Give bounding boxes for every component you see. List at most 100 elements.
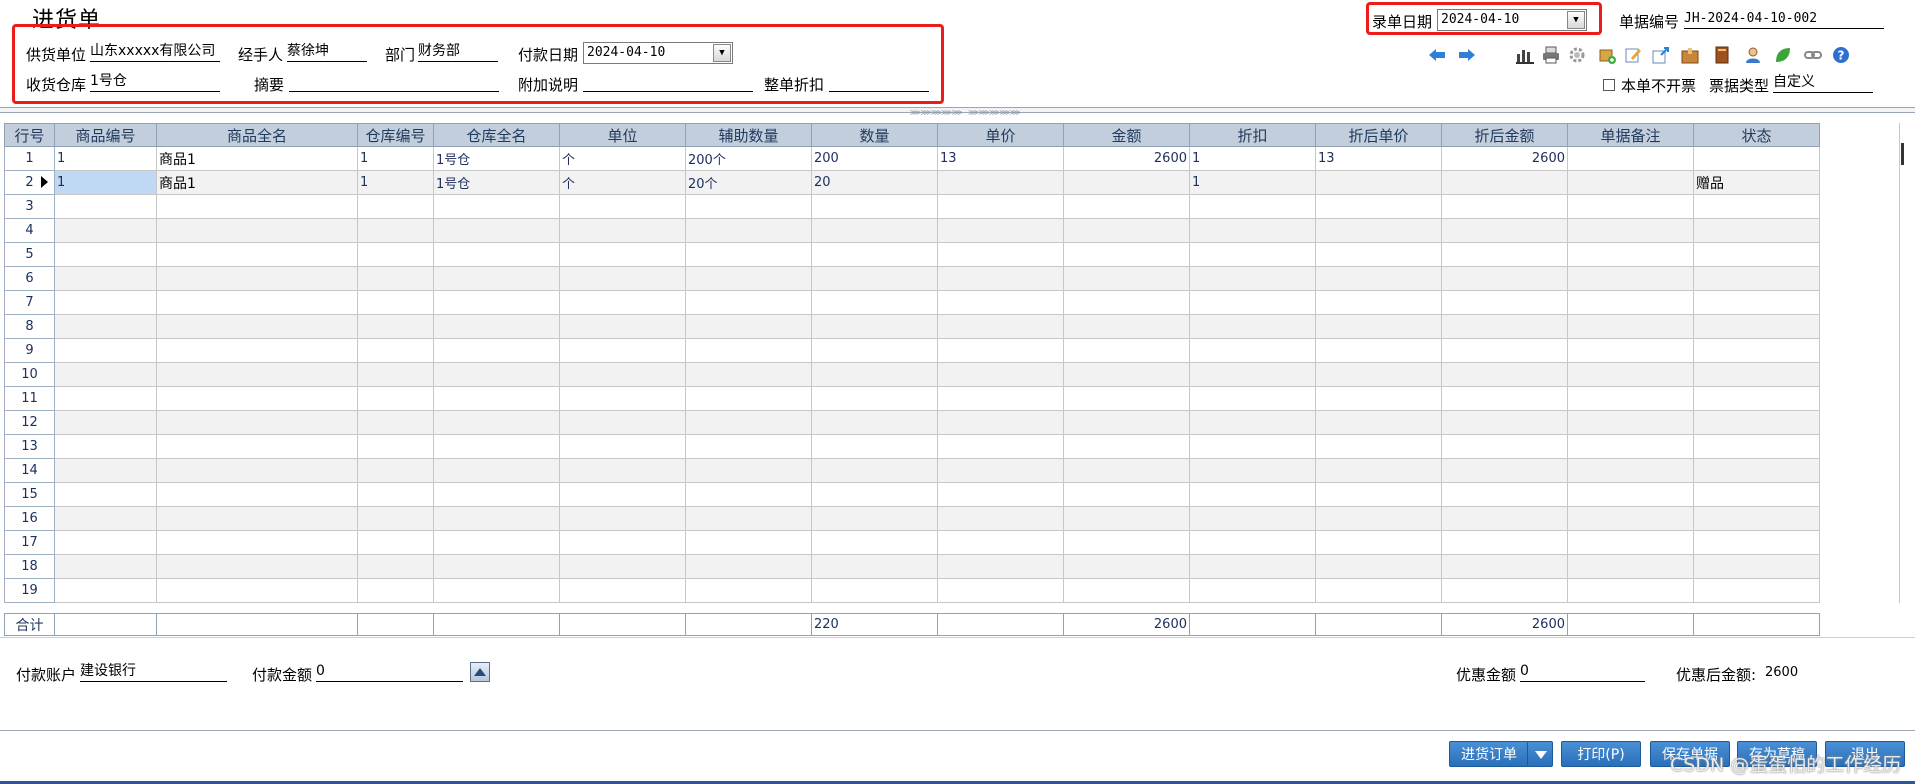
table-cell[interactable] xyxy=(1315,530,1442,555)
table-cell[interactable] xyxy=(1189,530,1316,555)
warehouse-field[interactable]: 1号仓 xyxy=(90,72,220,92)
table-cell[interactable] xyxy=(559,338,686,363)
table-cell[interactable] xyxy=(685,314,812,339)
table-cell[interactable] xyxy=(1693,434,1820,459)
table-cell[interactable] xyxy=(1567,434,1694,459)
table-cell[interactable]: 个 xyxy=(559,170,686,195)
table-cell[interactable] xyxy=(937,314,1064,339)
table-row[interactable]: 11 xyxy=(4,386,1820,411)
table-cell[interactable] xyxy=(156,434,358,459)
table-cell[interactable] xyxy=(156,554,358,579)
table-row[interactable]: 18 xyxy=(4,554,1820,579)
supplier-field[interactable]: 山东xxxxx有限公司 xyxy=(90,42,220,62)
table-cell[interactable] xyxy=(1315,386,1442,411)
table-cell[interactable] xyxy=(54,218,157,243)
table-cell[interactable] xyxy=(156,410,358,435)
table-cell[interactable]: 1号仓 xyxy=(433,146,560,171)
table-cell[interactable] xyxy=(54,290,157,315)
table-cell[interactable] xyxy=(1693,386,1820,411)
table-cell[interactable] xyxy=(156,458,358,483)
table-cell[interactable] xyxy=(156,338,358,363)
table-cell[interactable] xyxy=(1189,242,1316,267)
edit-icon[interactable] xyxy=(1624,46,1642,64)
table-cell[interactable] xyxy=(1441,554,1568,579)
table-cell[interactable] xyxy=(433,194,560,219)
table-cell[interactable] xyxy=(156,194,358,219)
table-cell[interactable] xyxy=(685,506,812,531)
column-header[interactable]: 状态 xyxy=(1693,123,1820,147)
column-header[interactable]: 仓库全名 xyxy=(433,123,560,147)
table-cell[interactable] xyxy=(1567,170,1694,195)
table-cell[interactable] xyxy=(1063,290,1190,315)
column-header[interactable]: 仓库编号 xyxy=(357,123,434,147)
table-cell[interactable] xyxy=(559,530,686,555)
print-button[interactable]: 打印(P) xyxy=(1561,741,1641,767)
gear-icon[interactable] xyxy=(1568,46,1586,64)
table-row[interactable]: 14 xyxy=(4,458,1820,483)
column-header[interactable]: 商品全名 xyxy=(156,123,358,147)
table-cell[interactable] xyxy=(1693,410,1820,435)
table-row[interactable]: 15 xyxy=(4,482,1820,507)
table-cell[interactable] xyxy=(1693,458,1820,483)
table-cell[interactable] xyxy=(1567,578,1694,603)
table-cell[interactable] xyxy=(433,578,560,603)
table-cell[interactable] xyxy=(357,458,434,483)
table-cell[interactable] xyxy=(1567,530,1694,555)
table-row[interactable]: 8 xyxy=(4,314,1820,339)
table-cell[interactable] xyxy=(1567,506,1694,531)
table-cell[interactable] xyxy=(685,362,812,387)
table-cell[interactable] xyxy=(1189,578,1316,603)
table-cell[interactable] xyxy=(811,386,938,411)
table-cell[interactable] xyxy=(1441,290,1568,315)
table-cell[interactable] xyxy=(559,266,686,291)
column-header[interactable]: 行号 xyxy=(4,123,55,147)
table-cell[interactable] xyxy=(937,434,1064,459)
table-cell[interactable] xyxy=(937,530,1064,555)
table-cell[interactable]: 商品1 xyxy=(156,170,358,195)
expand-payment-button[interactable] xyxy=(470,662,490,682)
table-cell[interactable] xyxy=(1063,266,1190,291)
table-cell[interactable] xyxy=(1693,266,1820,291)
table-cell[interactable] xyxy=(559,290,686,315)
table-cell[interactable] xyxy=(1189,434,1316,459)
table-cell[interactable] xyxy=(1693,482,1820,507)
table-cell[interactable] xyxy=(1441,410,1568,435)
table-cell[interactable] xyxy=(433,338,560,363)
table-cell[interactable] xyxy=(811,290,938,315)
table-cell[interactable]: 1 xyxy=(357,170,434,195)
table-cell[interactable] xyxy=(1315,314,1442,339)
table-cell[interactable] xyxy=(357,266,434,291)
table-cell[interactable] xyxy=(156,242,358,267)
table-cell[interactable] xyxy=(937,506,1064,531)
table-cell[interactable] xyxy=(1693,338,1820,363)
link-icon[interactable] xyxy=(1804,46,1822,64)
table-cell[interactable] xyxy=(811,338,938,363)
table-cell[interactable] xyxy=(357,362,434,387)
table-cell[interactable]: 赠品 xyxy=(1693,170,1820,195)
table-cell[interactable] xyxy=(357,554,434,579)
table-cell[interactable] xyxy=(1315,242,1442,267)
table-cell[interactable] xyxy=(156,218,358,243)
table-cell[interactable] xyxy=(1063,554,1190,579)
table-cell[interactable] xyxy=(1693,554,1820,579)
table-cell[interactable] xyxy=(937,338,1064,363)
table-cell[interactable] xyxy=(1189,506,1316,531)
table-cell[interactable]: 2600 xyxy=(1441,146,1568,171)
table-cell[interactable] xyxy=(1189,290,1316,315)
table-row[interactable]: 19 xyxy=(4,578,1820,603)
table-cell[interactable] xyxy=(811,506,938,531)
table-cell[interactable] xyxy=(1189,338,1316,363)
table-cell[interactable] xyxy=(685,458,812,483)
scrollbar-thumb[interactable] xyxy=(1901,143,1904,165)
table-cell[interactable] xyxy=(54,362,157,387)
table-cell[interactable] xyxy=(1315,578,1442,603)
table-cell[interactable] xyxy=(1567,482,1694,507)
table-cell[interactable] xyxy=(1441,314,1568,339)
table-cell[interactable] xyxy=(685,530,812,555)
table-cell[interactable] xyxy=(1567,146,1694,171)
table-cell[interactable] xyxy=(1693,362,1820,387)
grid-vertical-scrollbar[interactable] xyxy=(1899,123,1914,603)
docno-field[interactable]: JH-2024-04-10-002 xyxy=(1684,9,1884,29)
table-cell[interactable] xyxy=(54,242,157,267)
table-cell[interactable] xyxy=(1441,266,1568,291)
